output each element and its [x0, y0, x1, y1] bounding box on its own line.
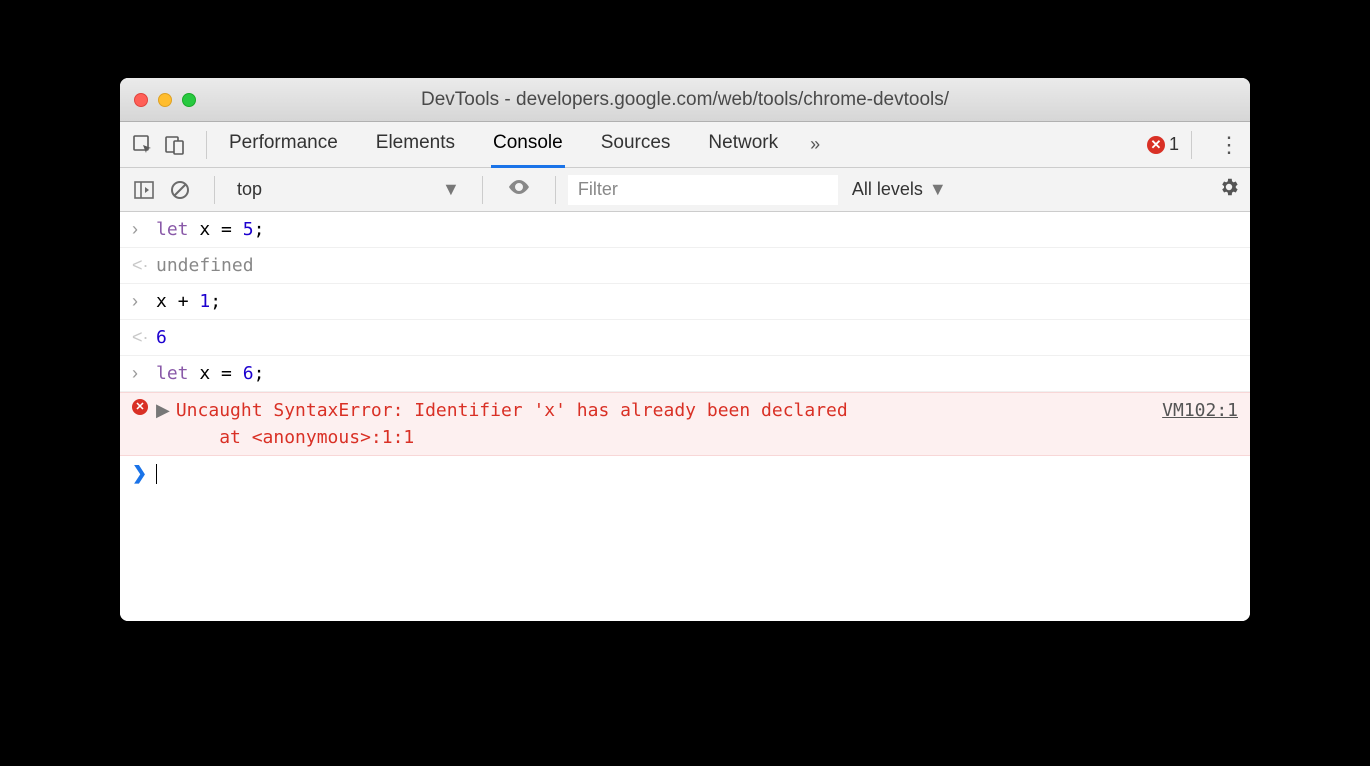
chevron-down-icon: ▼	[929, 179, 947, 200]
prompt-chevron-icon: ❯	[132, 460, 156, 487]
tab-network[interactable]: Network	[706, 122, 780, 168]
input-chevron-icon: ›	[132, 216, 156, 243]
more-tabs-icon[interactable]: »	[810, 134, 820, 155]
text-cursor	[156, 464, 157, 484]
tab-console[interactable]: Console	[491, 122, 565, 168]
divider	[482, 176, 483, 204]
code-content: x + 1;	[156, 288, 1238, 315]
live-expression-icon[interactable]	[507, 175, 531, 204]
context-label: top	[237, 179, 262, 200]
divider	[555, 176, 556, 204]
panel-tabs: Performance Elements Console Sources Net…	[227, 122, 780, 168]
console-prompt[interactable]: ❯	[120, 456, 1250, 491]
error-message: Uncaught SyntaxError: Identifier 'x' has…	[176, 397, 1142, 451]
console-error-row[interactable]: ✕ ▶ Uncaught SyntaxError: Identifier 'x'…	[120, 392, 1250, 456]
code-content: undefined	[156, 252, 1238, 279]
levels-label: All levels	[852, 179, 923, 200]
filter-input[interactable]	[568, 175, 838, 205]
tabbar: Performance Elements Console Sources Net…	[120, 122, 1250, 168]
window-title: DevTools - developers.google.com/web/too…	[120, 89, 1250, 111]
error-counter[interactable]: ✕ 1	[1147, 134, 1179, 155]
console-input-row: ›x + 1;	[120, 284, 1250, 320]
input-chevron-icon: ›	[132, 360, 156, 387]
code-content: let x = 6;	[156, 360, 1238, 387]
code-content: 6	[156, 324, 1238, 351]
tab-elements[interactable]: Elements	[374, 122, 457, 168]
traffic-lights	[134, 93, 196, 107]
log-levels-selector[interactable]: All levels ▼	[852, 179, 947, 200]
divider	[1191, 131, 1192, 159]
devtools-window: DevTools - developers.google.com/web/too…	[120, 78, 1250, 621]
close-window-button[interactable]	[134, 93, 148, 107]
console-toolbar: top ▼ All levels ▼	[120, 168, 1250, 212]
error-source-link[interactable]: VM102:1	[1142, 397, 1238, 424]
minimize-window-button[interactable]	[158, 93, 172, 107]
device-toggle-icon[interactable]	[162, 132, 188, 158]
divider	[206, 131, 207, 159]
chevron-down-icon: ▼	[442, 179, 460, 200]
divider	[214, 176, 215, 204]
output-chevron-icon: <·	[132, 252, 156, 279]
code-content: let x = 5;	[156, 216, 1238, 243]
output-chevron-icon: <·	[132, 324, 156, 351]
execution-context-selector[interactable]: top ▼	[227, 179, 470, 200]
error-icon: ✕	[132, 399, 148, 415]
toggle-sidebar-icon[interactable]	[130, 176, 158, 204]
error-count: 1	[1169, 134, 1179, 155]
titlebar: DevTools - developers.google.com/web/too…	[120, 78, 1250, 122]
input-chevron-icon: ›	[132, 288, 156, 315]
console-input-row: ›let x = 6;	[120, 356, 1250, 392]
settings-icon[interactable]	[1218, 176, 1240, 203]
error-icon: ✕	[1147, 136, 1165, 154]
console-input-row: ›let x = 5;	[120, 212, 1250, 248]
tab-performance[interactable]: Performance	[227, 122, 340, 168]
more-options-icon[interactable]: ⋮	[1218, 132, 1240, 158]
clear-console-icon[interactable]	[166, 176, 194, 204]
tab-sources[interactable]: Sources	[599, 122, 673, 168]
console-output[interactable]: ›let x = 5;<·undefined›x + 1;<·6›let x =…	[120, 212, 1250, 621]
maximize-window-button[interactable]	[182, 93, 196, 107]
console-output-row: <·6	[120, 320, 1250, 356]
inspect-element-icon[interactable]	[130, 132, 156, 158]
expand-triangle-icon[interactable]: ▶	[156, 397, 170, 424]
console-output-row: <·undefined	[120, 248, 1250, 284]
